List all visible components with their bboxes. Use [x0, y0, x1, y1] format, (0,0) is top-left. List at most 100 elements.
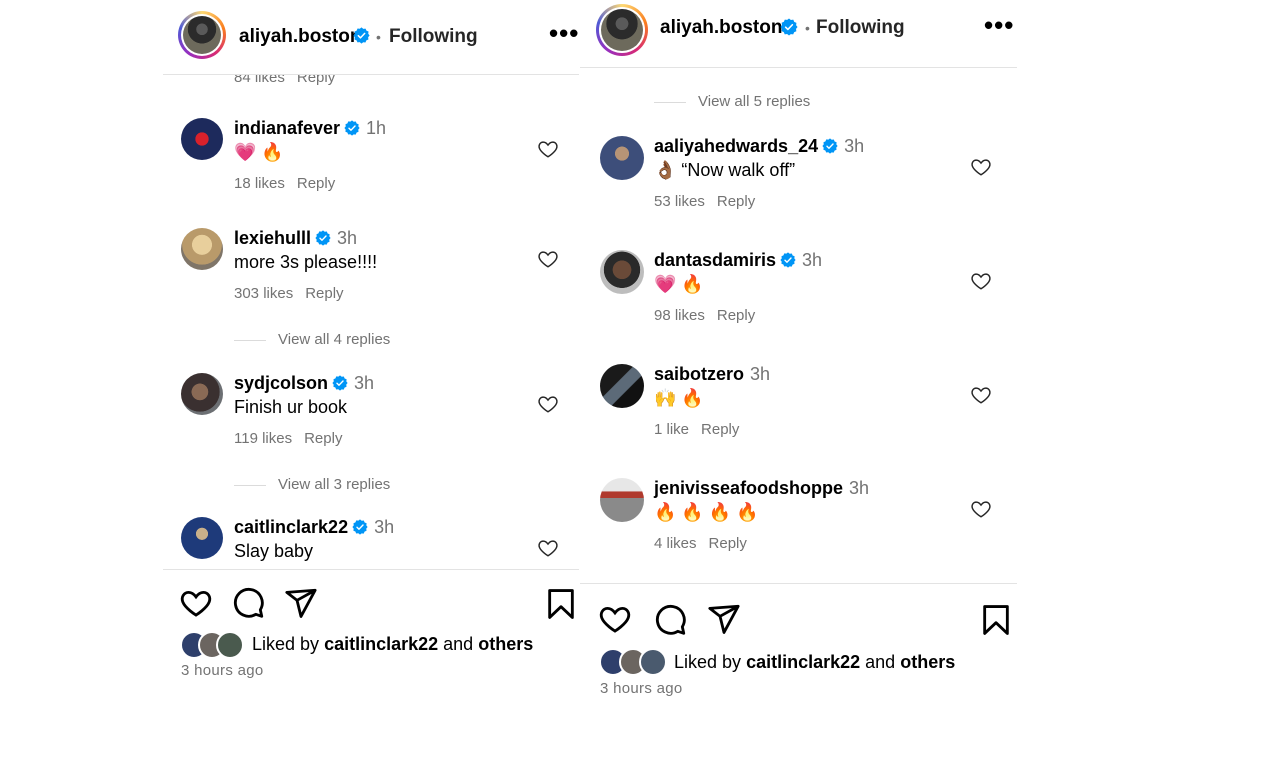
comment-text: 💗 🔥 [234, 142, 284, 162]
comment-meta: 1 like Reply [654, 421, 739, 438]
reply-button[interactable]: Reply [717, 307, 755, 324]
comment-item: jenivisseafoodshoppe 3h 🔥 🔥 🔥 🔥 4 likes Re… [580, 478, 1017, 568]
likes-count[interactable]: 53 likes [654, 193, 705, 210]
view-replies-button[interactable]: View all 5 replies [654, 93, 810, 110]
reply-button[interactable]: Reply [297, 175, 335, 192]
commenter-avatar[interactable] [181, 517, 223, 559]
like-heart-icon[interactable] [598, 602, 632, 636]
divider-line [654, 101, 686, 103]
divider-line [234, 484, 266, 486]
comment-item: sydjcolson 3h Finish ur book 119 likes Rep… [163, 373, 579, 463]
following-button[interactable]: Following [816, 17, 905, 39]
comment-time: 3h [337, 228, 358, 248]
following-button[interactable]: Following [389, 26, 478, 48]
verified-badge-icon [332, 375, 348, 391]
post-header: aliyah.boston • Following ••• [163, 0, 579, 75]
like-comment-heart-icon[interactable] [537, 393, 559, 415]
author-avatar[interactable] [596, 4, 648, 56]
comment-text: Slay baby [234, 541, 314, 561]
comment-text: 🔥 🔥 🔥 🔥 [654, 502, 759, 522]
comment-meta: 4 likes Reply [654, 535, 747, 552]
comment-time: 3h [849, 478, 870, 498]
share-icon[interactable] [284, 586, 318, 620]
commenter-username[interactable]: saibotzero 3h [654, 364, 770, 385]
likes-count[interactable]: 4 likes [654, 535, 697, 552]
commenter-avatar[interactable] [600, 478, 644, 522]
separator-dot: • [376, 29, 381, 45]
likes-count[interactable]: 98 likes [654, 307, 705, 324]
comment-text: more 3s please!!!! [234, 252, 378, 272]
commenter-username[interactable]: dantasdamiris 3h [654, 250, 822, 271]
verified-badge-icon [344, 120, 360, 136]
comment-item: dantasdamiris 3h 💗 🔥 98 likes Reply [580, 250, 1017, 340]
liked-by-text[interactable]: Liked by caitlinclark22 and others [674, 652, 955, 673]
view-replies-button[interactable]: View all 3 replies [234, 476, 390, 493]
commenter-avatar[interactable] [181, 228, 223, 270]
like-comment-heart-icon[interactable] [970, 156, 992, 178]
comment-time: 3h [750, 364, 771, 384]
commenter-avatar[interactable] [181, 118, 223, 160]
share-icon[interactable] [707, 602, 741, 636]
like-comment-heart-icon[interactable] [970, 498, 992, 520]
comment-text: 🙌 🔥 [654, 388, 704, 408]
post-timestamp: 3 hours ago [600, 680, 683, 697]
comment-meta: 53 likes Reply [654, 193, 755, 210]
likes-count[interactable]: 119 likes [234, 430, 292, 447]
author-username[interactable]: aliyah.boston [239, 26, 361, 48]
like-heart-icon[interactable] [179, 586, 213, 620]
separator-dot: • [805, 20, 810, 36]
reply-button[interactable]: Reply [304, 430, 342, 447]
more-options-icon[interactable]: ••• [549, 18, 579, 49]
comment-item: aaliyahedwards_24 3h 👌🏾 “Now walk off” 53… [580, 136, 1017, 226]
reply-button[interactable]: Reply [701, 421, 739, 438]
view-replies-button[interactable]: View all 4 replies [234, 331, 390, 348]
comment-list: 84 likes Reply indianafever 1h 💗 🔥 18 like… [163, 0, 579, 569]
commenter-username[interactable]: lexiehulll 3h [234, 228, 357, 249]
post-actions: Liked by caitlinclark22 and others 3 hou… [580, 583, 1017, 721]
reply-button[interactable]: Reply [717, 193, 755, 210]
comment-text: 👌🏾 “Now walk off” [654, 160, 796, 180]
like-comment-heart-icon[interactable] [970, 270, 992, 292]
more-options-icon[interactable]: ••• [984, 10, 1014, 41]
commenter-avatar[interactable] [181, 373, 223, 415]
comment-meta: 98 likes Reply [654, 307, 755, 324]
commenter-username[interactable]: aaliyahedwards_24 3h [654, 136, 864, 157]
likes-count[interactable]: 18 likes [234, 175, 285, 192]
comment-meta: 303 likes Reply [234, 285, 344, 302]
comment-text: 💗 🔥 [654, 274, 704, 294]
comment-icon[interactable] [653, 603, 687, 637]
post-timestamp: 3 hours ago [181, 662, 264, 679]
comment-time: 3h [802, 250, 823, 270]
commenter-avatar[interactable] [600, 364, 644, 408]
reply-button[interactable]: Reply [305, 285, 343, 302]
likes-count[interactable]: 303 likes [234, 285, 293, 302]
bookmark-icon[interactable] [544, 587, 578, 621]
likes-count[interactable]: 1 like [654, 421, 689, 438]
post-header: aliyah.boston • Following ••• [580, 0, 1017, 68]
comment-time: 3h [374, 517, 395, 537]
like-comment-heart-icon[interactable] [537, 248, 559, 270]
comment-meta: 18 likes Reply [234, 175, 335, 192]
commenter-username[interactable]: jenivisseafoodshoppe 3h [654, 478, 869, 499]
reply-button[interactable]: Reply [709, 535, 747, 552]
comment-icon[interactable] [231, 586, 265, 620]
commenter-username[interactable]: indianafever 1h [234, 118, 386, 139]
commenter-avatar[interactable] [600, 136, 644, 180]
commenter-username[interactable]: sydjcolson 3h [234, 373, 374, 394]
commenter-avatar[interactable] [600, 250, 644, 294]
divider-line [234, 339, 266, 341]
post-panel-left: aliyah.boston • Following ••• 84 likes Re… [163, 0, 579, 770]
like-comment-heart-icon[interactable] [970, 384, 992, 406]
like-comment-heart-icon[interactable] [537, 537, 559, 559]
comment-item: lexiehulll 3h more 3s please!!!! 303 like… [163, 228, 579, 318]
comment-item: caitlinclark22 3h Slay baby [163, 517, 579, 569]
liked-by-text[interactable]: Liked by caitlinclark22 and others [252, 634, 533, 655]
comment-list: View all 5 replies aaliyahedwards_24 3h 👌… [580, 68, 1017, 583]
comment-time: 1h [366, 118, 387, 138]
author-username[interactable]: aliyah.boston [660, 17, 782, 39]
like-comment-heart-icon[interactable] [537, 138, 559, 160]
commenter-username[interactable]: caitlinclark22 3h [234, 517, 394, 538]
bookmark-icon[interactable] [979, 603, 1013, 637]
author-avatar[interactable] [178, 11, 226, 59]
comment-time: 3h [354, 373, 375, 393]
